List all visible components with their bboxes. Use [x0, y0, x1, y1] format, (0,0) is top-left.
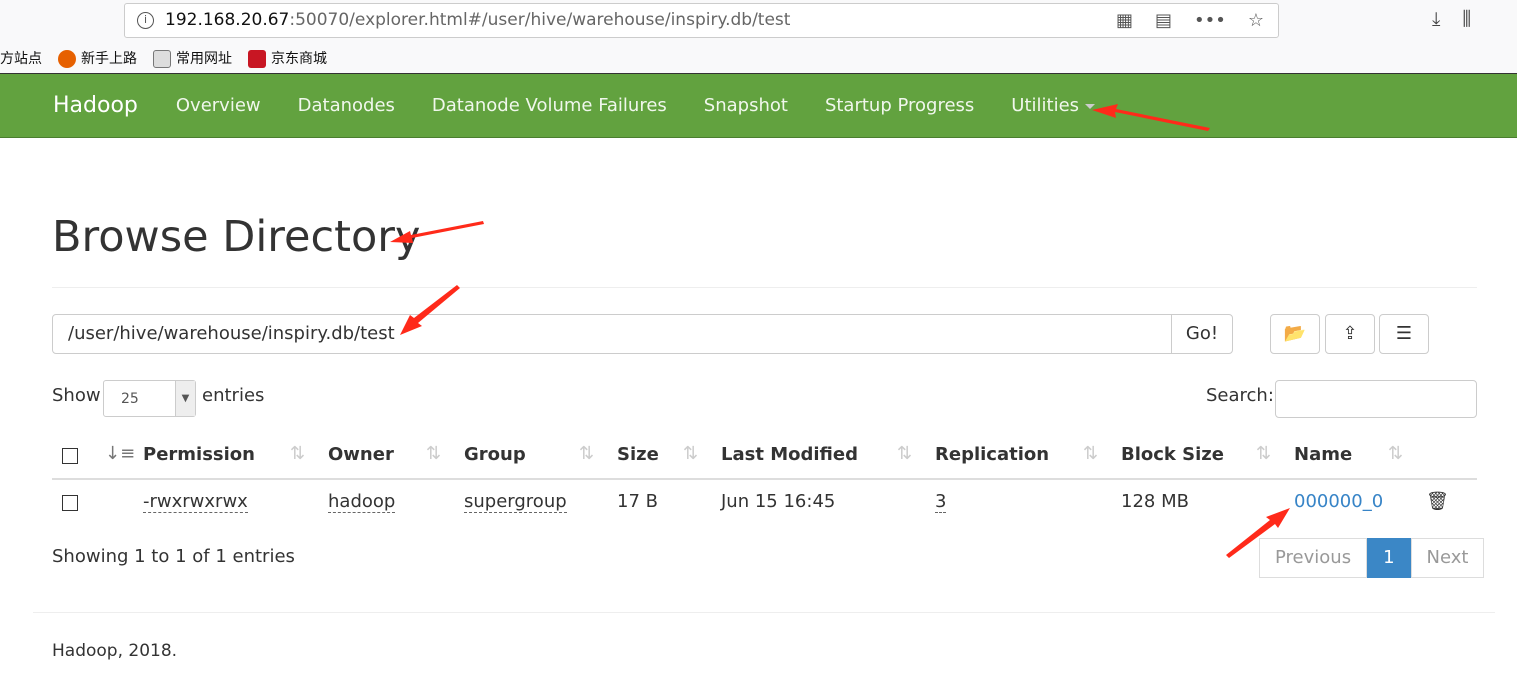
bookmark-item[interactable]: 方站点: [0, 48, 42, 68]
qr-code-icon[interactable]: ▦: [1116, 4, 1133, 37]
navbar: Hadoop Overview Datanodes Datanode Volum…: [0, 74, 1517, 138]
upload-button[interactable]: ⇪: [1325, 314, 1375, 354]
sort-icon[interactable]: ⇅: [426, 443, 441, 464]
col-group[interactable]: Group: [464, 444, 526, 465]
bookmark-item[interactable]: 常用网址: [153, 48, 232, 68]
permission-cell[interactable]: -rwxrwxrwx: [143, 491, 248, 513]
caret-down-icon: [1085, 103, 1096, 109]
showing-info: Showing 1 to 1 of 1 entries: [52, 546, 295, 567]
next-button[interactable]: Next: [1410, 538, 1485, 578]
col-permission[interactable]: Permission: [143, 444, 255, 465]
size-cell: 17 B: [617, 491, 658, 512]
firefox-icon: [58, 50, 76, 68]
sort-icon[interactable]: ⇅: [290, 443, 305, 464]
select-all-checkbox[interactable]: [62, 448, 78, 464]
entries-select[interactable]: 25 ▼: [103, 380, 196, 417]
cloud-upload-icon: ⇪: [1342, 323, 1358, 344]
sort-icon[interactable]: ⇅: [1256, 443, 1271, 464]
reader-view-icon[interactable]: ▤: [1155, 4, 1172, 37]
group-cell[interactable]: supergroup: [464, 491, 567, 513]
nav-volume-failures[interactable]: Datanode Volume Failures: [432, 95, 667, 116]
browser-chrome: i 192.168.20.67:50070/explorer.html#/use…: [0, 0, 1517, 74]
nav-snapshot[interactable]: Snapshot: [704, 95, 788, 116]
jd-icon: [248, 50, 266, 68]
nav-startup-progress[interactable]: Startup Progress: [825, 95, 974, 116]
search-input[interactable]: [1275, 380, 1477, 418]
bookmark-item[interactable]: 京东商城: [248, 48, 327, 68]
trash-icon[interactable]: 🗑: [1426, 491, 1449, 512]
sort-icon[interactable]: ⇅: [683, 443, 698, 464]
bookmarks-bar: 方站点 新手上路 常用网址 京东商城: [0, 48, 327, 68]
owner-cell[interactable]: hadoop: [328, 491, 396, 513]
col-name[interactable]: Name: [1294, 444, 1352, 465]
replication-cell[interactable]: 3: [935, 491, 947, 513]
col-last-modified[interactable]: Last Modified: [721, 444, 858, 465]
url-host: 192.168.20.67: [165, 10, 290, 30]
go-button[interactable]: Go!: [1171, 314, 1233, 354]
address-bar[interactable]: i 192.168.20.67:50070/explorer.html#/use…: [124, 3, 1279, 38]
sort-icon[interactable]: ⇅: [579, 443, 594, 464]
library-icon[interactable]: ⫼: [1462, 8, 1471, 30]
sort-icon[interactable]: ⇅: [1388, 443, 1403, 464]
chevron-down-icon: ▼: [175, 381, 195, 416]
footer: Hadoop, 2018.: [52, 641, 178, 661]
brand[interactable]: Hadoop: [53, 93, 138, 118]
sort-icon[interactable]: ⇅: [1083, 443, 1098, 464]
col-replication[interactable]: Replication: [935, 444, 1049, 465]
bookmark-star-icon[interactable]: ☆: [1248, 4, 1264, 37]
create-directory-button[interactable]: 📂: [1270, 314, 1320, 354]
sort-icon[interactable]: ⇅: [897, 443, 912, 464]
block-size-cell: 128 MB: [1121, 491, 1189, 512]
list-button[interactable]: ☰: [1379, 314, 1429, 354]
pagination: Previous 1 Next: [1259, 538, 1485, 578]
list-alt-icon: ☰: [1395, 323, 1413, 344]
bookmark-item[interactable]: 新手上路: [58, 48, 137, 68]
page-1-button[interactable]: 1: [1367, 538, 1411, 578]
folder-icon: [153, 50, 171, 68]
entries-label: entries: [202, 385, 265, 406]
divider: [52, 287, 1477, 288]
nav-datanodes[interactable]: Datanodes: [298, 95, 395, 116]
nav-utilities[interactable]: Utilities: [1011, 95, 1096, 116]
col-size[interactable]: Size: [617, 444, 659, 465]
show-label: Show: [52, 385, 101, 406]
info-icon[interactable]: i: [137, 12, 154, 29]
col-owner[interactable]: Owner: [328, 444, 394, 465]
file-name-link[interactable]: 000000_0: [1294, 491, 1383, 512]
url-path: :50070/explorer.html#/user/hive/warehous…: [289, 10, 791, 30]
header-divider: [52, 478, 1477, 480]
divider: [33, 612, 1495, 613]
row-checkbox[interactable]: [62, 495, 78, 511]
nav-overview[interactable]: Overview: [176, 95, 261, 116]
download-icon[interactable]: ⤓: [1432, 8, 1440, 30]
more-icon[interactable]: •••: [1194, 4, 1226, 37]
modified-cell: Jun 15 16:45: [721, 491, 836, 512]
search-label: Search:: [1206, 385, 1274, 406]
sort-icon[interactable]: ↓≡: [105, 443, 135, 464]
path-input[interactable]: /user/hive/warehouse/inspiry.db/test: [52, 314, 1172, 354]
col-block-size[interactable]: Block Size: [1121, 444, 1224, 465]
previous-button[interactable]: Previous: [1259, 538, 1368, 578]
folder-open-icon: 📂: [1283, 323, 1307, 344]
page-title: Browse Directory: [52, 212, 421, 262]
